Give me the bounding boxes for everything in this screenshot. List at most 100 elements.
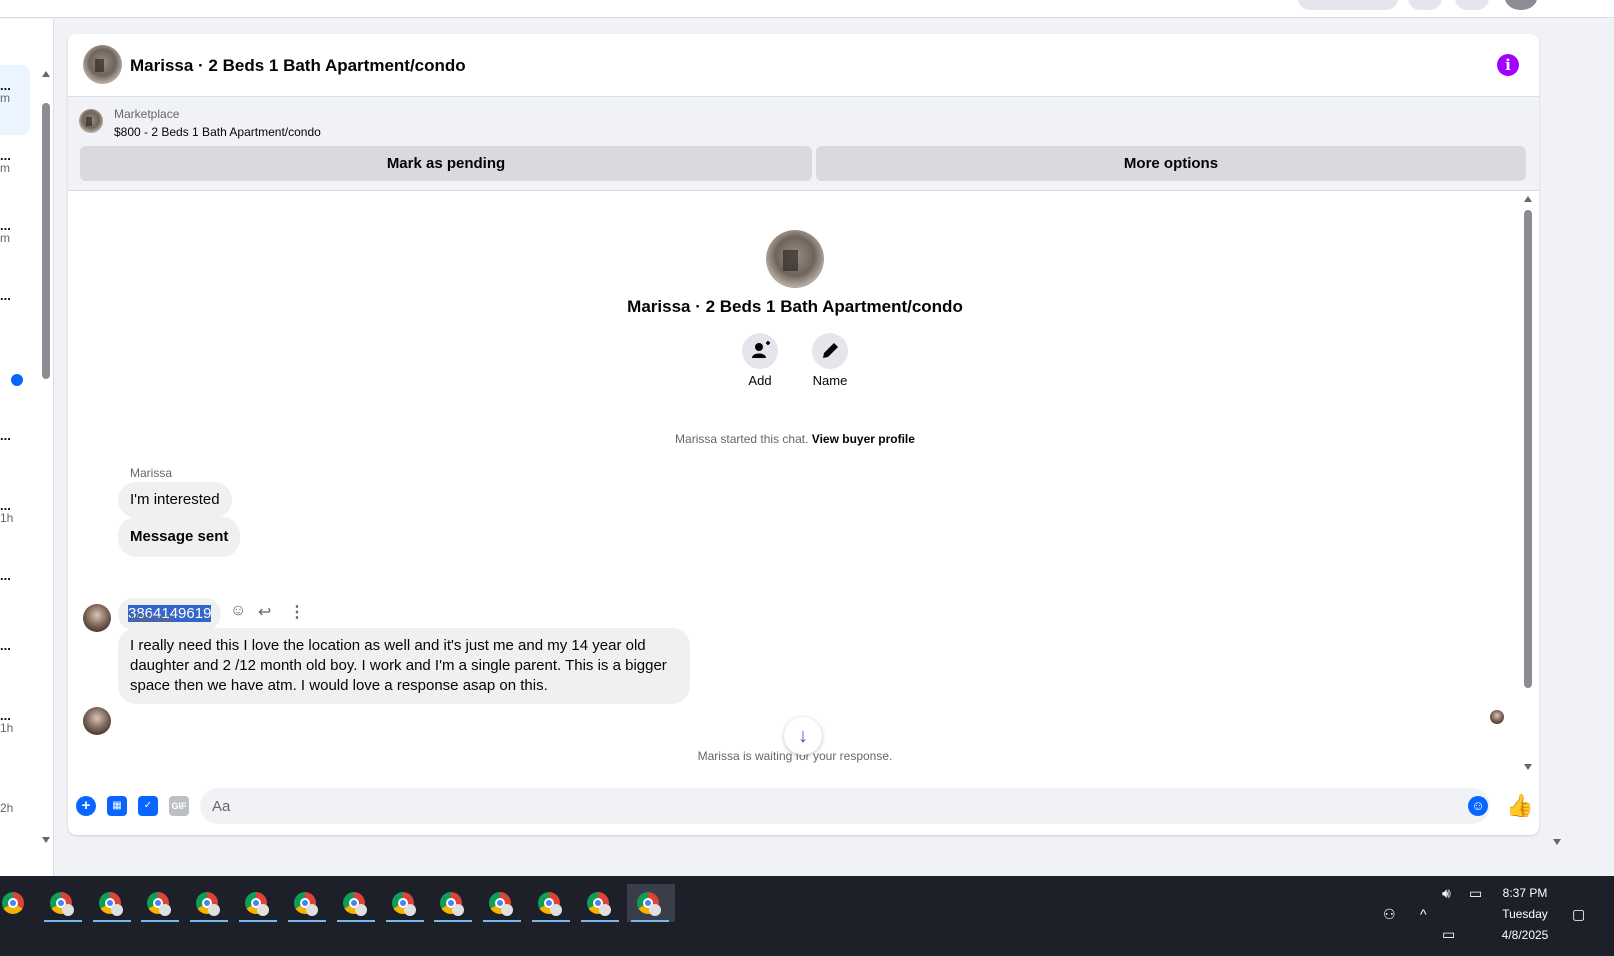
clock-date[interactable]: 4/8/2025 [1490,928,1560,942]
profile-badge-icon [111,904,123,916]
mark-as-pending-button[interactable]: Mark as pending [80,146,812,181]
conversation-item[interactable]: ... 1h [0,708,30,735]
taskbar-chrome-app[interactable] [284,884,326,922]
name-button[interactable] [812,333,848,369]
clock-day[interactable]: Tuesday [1490,907,1560,921]
taskbar-chrome-app[interactable] [89,884,131,922]
conversation-time: m [0,231,10,245]
conversation-item[interactable]: ... m [0,65,30,135]
listing-thumbnail[interactable] [79,109,103,133]
conversation-item[interactable]: ... m [0,148,30,175]
plus-icon[interactable]: + [76,796,96,816]
react-emoji-icon[interactable]: ☺ [230,602,246,620]
info-icon[interactable]: i [1497,54,1519,76]
photo-icon[interactable]: ▦ [107,796,127,816]
conversation-snippet: ... [0,78,11,93]
notification-center-icon[interactable]: ▢ [1572,906,1585,923]
listing-avatar[interactable] [83,45,122,84]
running-indicator [239,920,277,922]
taskbar-chrome-app[interactable] [0,884,40,922]
scrollbar-thumb[interactable] [42,103,50,379]
sender-name: Marissa [130,611,173,625]
thumbs-up-icon[interactable]: 👍 [1506,794,1533,818]
conversation-item[interactable]: ... [0,639,30,652]
running-indicator [631,920,669,922]
reply-icon[interactable]: ↩ [258,602,271,622]
clock-time[interactable]: 8:37 PM [1490,886,1560,900]
taskbar-chrome-app[interactable] [577,884,619,922]
sticker-icon[interactable]: ✓ [138,796,158,816]
chat-scrollbar[interactable] [1523,196,1533,776]
chat-header: Marissa · 2 Beds 1 Bath Apartment/condo … [68,34,1539,97]
scroll-down-arrow-icon[interactable] [1524,764,1532,770]
sender-avatar [83,604,111,632]
emoji-icon[interactable]: ☺ [1468,796,1488,816]
chrome-icon [2,892,24,914]
message-bubble[interactable]: Message sent [118,517,241,557]
chat-started-notice: Marissa started this chat. View buyer pr… [68,432,1522,446]
running-indicator [93,920,131,922]
conversation-title: Marissa · 2 Beds 1 Bath Apartment/condo [627,297,963,316]
conversation-item[interactable]: ... 1h [0,499,30,525]
scroll-down-arrow-icon[interactable] [1553,839,1561,845]
running-indicator [532,920,570,922]
message-bubble[interactable]: I'm interested [118,482,232,518]
running-indicator [190,920,228,922]
scroll-up-arrow-icon[interactable] [42,71,50,77]
listing-title[interactable]: $800 - 2 Beds 1 Bath Apartment/condo [114,125,321,139]
sender-name: Marissa [130,466,173,480]
windows-taskbar: ⚇ ^ 🔊︎ ▭ ▭ 8:37 PM Tuesday 4/8/2025 ▢ [0,876,1614,956]
taskbar-chrome-app[interactable] [382,884,424,922]
conversation-snippet: ... [0,218,11,233]
conversation-snippet: ... [0,148,11,163]
taskbar-chrome-app[interactable] [430,884,472,922]
scroll-down-arrow-icon[interactable] [42,837,50,843]
conversation-avatar [766,230,824,288]
conversation-item[interactable]: 2h [0,801,30,815]
started-text: Marissa started this chat. [675,432,809,446]
browser-top-bar [0,0,1614,18]
name-label: Name [812,373,848,388]
message-line: daughter and 2 /12 month old boy. I work… [130,657,667,674]
taskbar-chrome-app[interactable] [479,884,521,922]
conversation-item[interactable]: ... m [0,218,30,245]
scrollbar-thumb[interactable] [1524,210,1532,688]
volume-icon[interactable]: 🔊︎ [1442,885,1451,902]
network-icon[interactable]: ▭ [1442,926,1455,943]
taskbar-chrome-app[interactable] [186,884,228,922]
taskbar-chrome-app[interactable] [40,884,82,922]
more-options-button[interactable]: More options [816,146,1526,181]
scroll-up-arrow-icon[interactable] [1524,196,1532,202]
taskbar-chrome-app[interactable] [333,884,375,922]
scroll-to-bottom-button[interactable]: ↓ [784,717,822,755]
message-input[interactable] [200,788,1490,824]
gif-icon[interactable]: GIF [169,796,189,816]
page-scrollbar[interactable] [1552,19,1562,849]
chevron-up-icon[interactable]: ^ [1420,906,1427,922]
add-person-button[interactable] [742,333,778,369]
more-actions-icon[interactable]: ⋮ [289,602,305,622]
chat-title[interactable]: Marissa · 2 Beds 1 Bath Apartment/condo [130,56,466,76]
conversation-scrollbar[interactable] [41,71,50,876]
message-bubble[interactable]: I really need this I love the location a… [118,628,690,704]
notifications-icon[interactable] [1455,0,1489,10]
conversation-item[interactable]: ... [0,568,30,583]
conversation-time: 1h [0,721,14,735]
taskbar-chrome-app[interactable] [235,884,277,922]
profile-avatar[interactable] [1505,0,1537,10]
view-buyer-profile-link[interactable]: View buyer profile [812,432,915,446]
conversation-item[interactable]: ... [0,289,30,302]
taskbar-chrome-app[interactable] [137,884,179,922]
conversation-item[interactable]: ... [0,429,30,442]
menu-icon[interactable] [1408,0,1442,10]
taskbar-chrome-app[interactable] [528,884,570,922]
conversation-snippet: ... [0,568,11,583]
meet-now-icon[interactable]: ▭ [1469,885,1482,902]
conversation-time: 2h [0,801,14,815]
people-icon[interactable]: ⚇ [1383,906,1396,923]
profile-badge-icon [159,904,171,916]
taskbar-chrome-app-active[interactable] [627,884,675,922]
top-search-pill[interactable] [1298,0,1398,10]
conversation-snippet: ... [0,708,11,723]
running-indicator [483,920,521,922]
